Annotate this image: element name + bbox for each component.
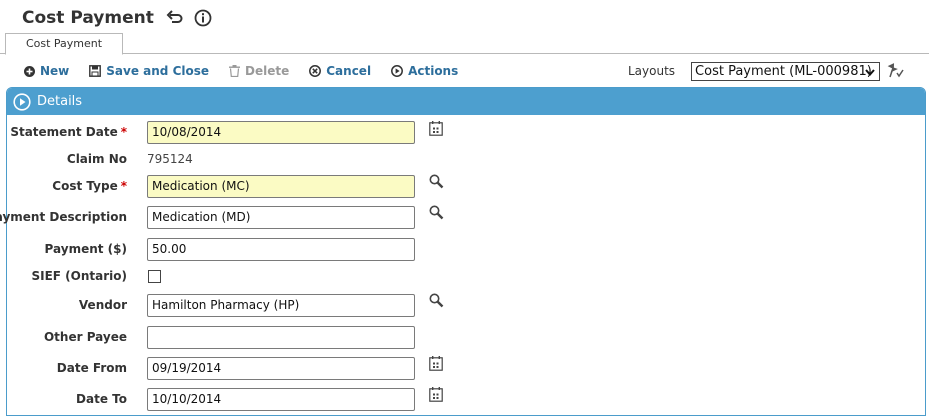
actions-button[interactable]: Actions [391, 64, 458, 78]
cancel-button[interactable]: Cancel [309, 64, 371, 78]
vendor-input[interactable]: Hamilton Pharmacy (HP) [147, 293, 415, 317]
details-panel-title: Details [37, 94, 83, 109]
payment-input[interactable]: 50.00 [147, 237, 415, 261]
tab-strip: Cost Payment [0, 32, 929, 55]
claim-no-value: 795124 [147, 152, 193, 166]
layouts-label: Layouts [628, 64, 676, 78]
delete-label: Delete [245, 64, 290, 78]
tab-cost-payment[interactable]: Cost Payment [5, 33, 123, 55]
layouts-control: Layouts Cost Payment (ML-000981) [628, 60, 881, 82]
new-label: New [40, 64, 70, 78]
calendar-icon[interactable] [429, 387, 443, 402]
details-panel-header[interactable]: Details [7, 88, 925, 115]
payment-description-row: Payment Description Medication (MD) [0, 205, 907, 229]
payment-description-input[interactable]: Medication (MD) [147, 205, 415, 229]
play-circle-icon [13, 92, 31, 111]
cancel-label: Cancel [326, 64, 372, 78]
save-icon [89, 65, 102, 77]
other-payee-row: Other Payee [7, 325, 907, 349]
info-icon[interactable] [194, 9, 212, 27]
details-panel: Details Statement Date * 10/08/2014 Claim… [0, 87, 926, 416]
page-title: Cost Payment [22, 8, 154, 28]
other-payee-label: Other Payee [43, 330, 127, 344]
sief-label: SIEF (Ontario) [31, 269, 127, 283]
required-marker: * [120, 125, 127, 139]
statement-date-input[interactable]: 10/08/2014 [147, 120, 415, 144]
claim-no-row: Claim No 795124 [7, 147, 907, 171]
vendor-row: Vendor Hamilton Pharmacy (HP) [7, 293, 907, 317]
new-button[interactable]: New [24, 64, 69, 78]
payment-row: Payment ($) 50.00 [7, 237, 907, 261]
trash-icon [229, 65, 241, 77]
date-from-input[interactable]: 09/19/2014 [147, 356, 415, 380]
date-from-label: Date From [56, 361, 127, 375]
other-payee-input[interactable] [147, 325, 415, 349]
required-marker: * [120, 179, 127, 193]
vendor-label: Vendor [78, 298, 127, 312]
calendar-icon[interactable] [429, 121, 443, 136]
play-circle-icon [391, 65, 404, 77]
date-to-row: Date To 10/10/2014 [7, 387, 907, 411]
date-to-input[interactable]: 10/10/2014 [147, 387, 415, 411]
calendar-icon[interactable] [429, 356, 443, 371]
date-to-label: Date To [76, 392, 127, 406]
claim-no-label: Claim No [66, 152, 127, 166]
layouts-selected-value: Cost Payment (ML-000981) [695, 63, 872, 79]
statement-date-row: Statement Date * 10/08/2014 [7, 120, 907, 144]
sief-row: SIEF (Ontario) [7, 264, 907, 288]
search-icon[interactable] [429, 293, 444, 308]
actions-label: Actions [408, 64, 459, 78]
cancel-circle-icon [309, 65, 322, 77]
search-icon[interactable] [429, 205, 444, 220]
toolbar: New Save and Close Delete Cancel Actions [24, 60, 478, 82]
date-from-row: Date From 09/19/2014 [7, 356, 907, 380]
plus-circle-icon [24, 65, 35, 77]
search-icon[interactable] [429, 174, 444, 189]
cost-type-row: Cost Type * Medication (MC) [7, 174, 907, 198]
cost-type-label: Cost Type * [52, 179, 127, 193]
payment-label: Payment ($) [44, 242, 127, 256]
undo-icon[interactable] [166, 9, 184, 27]
title-row: Cost Payment [22, 6, 212, 30]
sief-checkbox[interactable] [148, 269, 161, 283]
cost-type-input[interactable]: Medication (MC) [147, 174, 415, 198]
chevron-down-icon [865, 68, 875, 76]
payment-description-label: Payment Description [0, 210, 127, 224]
save-and-close-button[interactable]: Save and Close [89, 64, 209, 78]
pin-icon[interactable] [886, 62, 904, 82]
delete-button[interactable]: Delete [229, 64, 289, 78]
save-and-close-label: Save and Close [106, 64, 210, 78]
statement-date-label: Statement Date * [10, 125, 127, 139]
layouts-select[interactable]: Cost Payment (ML-000981) [691, 61, 881, 81]
